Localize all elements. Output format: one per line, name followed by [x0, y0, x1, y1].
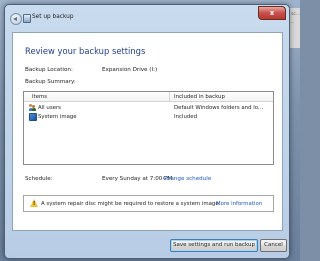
system-image-icon — [29, 113, 37, 121]
list-item[interactable]: System image Included — [25, 112, 272, 121]
change-schedule-link[interactable]: Change schedule — [163, 176, 211, 182]
backup-summary-label: Backup Summary: — [25, 79, 76, 85]
close-button[interactable]: x — [258, 6, 286, 20]
warning-text: A system repair disc might be required t… — [41, 200, 221, 207]
column-divider[interactable] — [169, 92, 170, 101]
backup-app-icon — [23, 14, 31, 23]
more-information-link[interactable]: More information — [216, 201, 262, 207]
window-title: Set up backup — [32, 14, 74, 20]
item-included: Included — [174, 113, 198, 120]
back-arrow-icon[interactable] — [10, 13, 22, 25]
warning-icon: ! — [30, 199, 38, 207]
cancel-button[interactable]: Cancel — [260, 239, 287, 252]
backup-location-label: Backup Location: — [25, 67, 73, 73]
item-included: Default Windows folders and lo... — [174, 104, 264, 111]
summary-column-header: Items Included in backup — [24, 92, 273, 102]
backup-location-value: Expansion Drive (I:) — [102, 67, 158, 73]
item-name: System image — [38, 113, 77, 120]
backup-summary-list[interactable]: Items Included in backup All users Defau… — [23, 91, 274, 165]
list-item[interactable]: All users Default Windows folders and lo… — [25, 103, 272, 112]
title-bar: Set up backup x — [5, 5, 289, 31]
users-icon — [28, 104, 36, 111]
warning-panel: ! A system repair disc might be required… — [23, 195, 274, 212]
column-header-items[interactable]: Items — [32, 94, 47, 100]
setup-backup-window: Set up backup x Review your backup setti… — [4, 4, 290, 259]
item-name: All users — [38, 104, 61, 111]
schedule-value: Every Sunday at 7:00 PM — [102, 176, 173, 182]
schedule-label: Schedule: — [25, 176, 53, 182]
wizard-content: Review your backup settings Backup Locat… — [12, 32, 283, 231]
column-header-included[interactable]: Included in backup — [174, 94, 225, 100]
page-title: Review your backup settings — [25, 46, 146, 56]
save-and-run-button[interactable]: Save settings and run backup — [170, 239, 258, 252]
